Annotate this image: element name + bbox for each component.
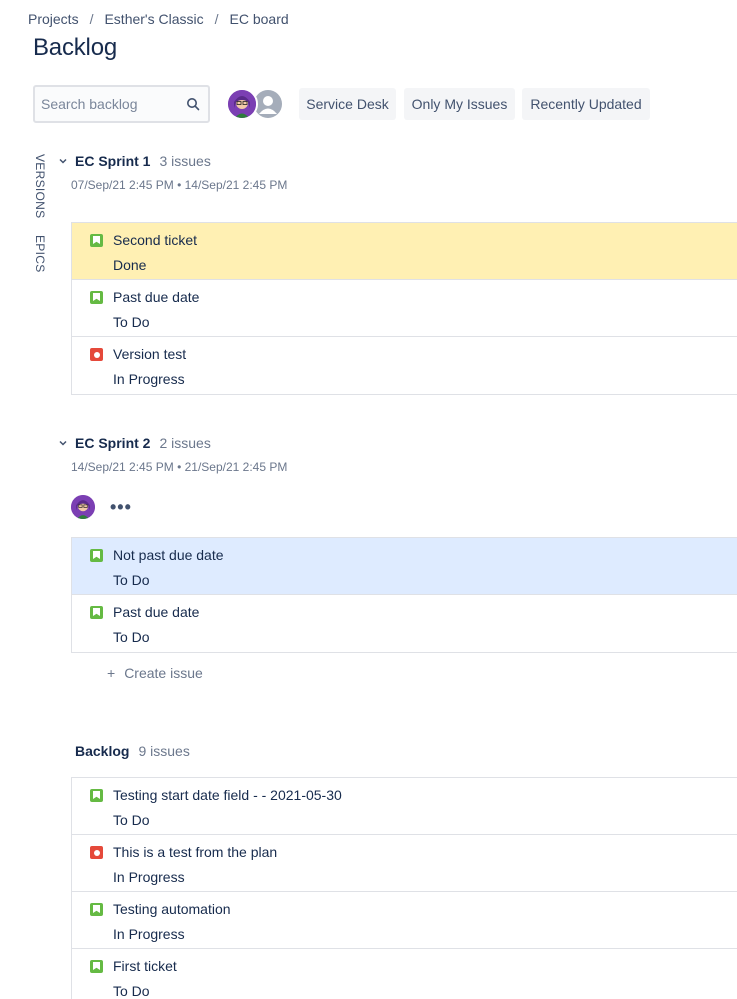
breadcrumb: Projects / Esther's Classic / EC board [28, 11, 289, 27]
story-icon [90, 789, 103, 802]
backlog-header: Backlog 9 issues [75, 743, 190, 759]
story-icon [90, 549, 103, 562]
sprint-issue-count: 2 issues [159, 435, 211, 451]
issue-status: To Do [113, 983, 150, 999]
backlog-issue-count: 9 issues [138, 743, 190, 759]
issue-status: In Progress [113, 869, 185, 885]
issue-row[interactable]: Second ticket Done [72, 223, 737, 280]
issue-row[interactable]: Not past due date To Do [72, 538, 737, 595]
assignee-filter [226, 88, 286, 120]
story-icon [90, 606, 103, 619]
issue-row[interactable]: Version test In Progress [72, 337, 737, 394]
story-icon [90, 960, 103, 973]
issue-row[interactable]: This is a test from the plan In Progress [72, 835, 737, 892]
sprint-issue-list: Not past due date To Do Past due date To… [71, 537, 737, 653]
sprint-name: EC Sprint 1 [75, 153, 151, 169]
breadcrumb-separator: / [214, 11, 219, 27]
sprint-header[interactable]: EC Sprint 2 2 issues [58, 435, 211, 451]
user-avatar-icon [71, 495, 95, 519]
issue-row[interactable]: Testing automation In Progress [72, 892, 737, 949]
issue-summary: Second ticket [113, 232, 198, 248]
breadcrumb-project[interactable]: Esther's Classic [104, 11, 203, 27]
story-icon [90, 234, 103, 247]
chevron-down-icon[interactable] [58, 156, 68, 166]
sprint-header[interactable]: EC Sprint 1 3 issues [58, 153, 211, 169]
versions-panel-tab[interactable]: VERSIONS [33, 154, 47, 218]
bug-icon [90, 348, 103, 361]
search-box[interactable] [33, 85, 210, 123]
backlog-issue-list: Testing start date field - - 2021-05-30 … [71, 777, 737, 999]
user-avatar-icon [228, 90, 256, 118]
issue-summary: This is a test from the plan [113, 844, 278, 860]
sprint-issue-count: 3 issues [159, 153, 211, 169]
breadcrumb-board[interactable]: EC board [230, 11, 289, 27]
issue-row[interactable]: Testing start date field - - 2021-05-30 … [72, 778, 737, 835]
search-input[interactable] [41, 96, 181, 112]
story-icon [90, 903, 103, 916]
issue-summary: Testing automation [113, 901, 231, 917]
more-actions-icon[interactable]: ••• [110, 498, 132, 516]
backlog-name: Backlog [75, 743, 130, 759]
filter-only-my-issues[interactable]: Only My Issues [404, 88, 515, 120]
issue-summary: Past due date [113, 604, 200, 620]
issue-summary: Past due date [113, 289, 200, 305]
sprint-dates: 14/Sep/21 2:45 PM • 21/Sep/21 2:45 PM [71, 460, 288, 474]
search-icon[interactable] [186, 97, 200, 111]
issue-summary: First ticket [113, 958, 177, 974]
story-icon [90, 291, 103, 304]
issue-row[interactable]: First ticket To Do [72, 949, 737, 999]
plus-icon: + [107, 665, 116, 681]
epics-panel-tab[interactable]: EPICS [33, 235, 47, 273]
issue-status: In Progress [113, 371, 185, 387]
issue-summary: Not past due date [113, 547, 224, 563]
issue-summary: Version test [113, 346, 187, 362]
issue-row[interactable]: Past due date To Do [72, 595, 737, 652]
issue-summary: Testing start date field - - 2021-05-30 [113, 787, 342, 803]
issue-status: Done [113, 257, 147, 273]
filter-recently-updated[interactable]: Recently Updated [522, 88, 650, 120]
create-issue-label: Create issue [124, 665, 203, 681]
issue-status: To Do [113, 812, 150, 828]
bug-icon [90, 846, 103, 859]
issue-status: To Do [113, 572, 150, 588]
avatar[interactable] [226, 88, 258, 120]
issue-status: In Progress [113, 926, 185, 942]
page-title: Backlog [33, 34, 117, 61]
issue-status: To Do [113, 629, 150, 645]
default-user-icon [254, 90, 282, 118]
chevron-down-icon[interactable] [58, 438, 68, 448]
sprint-issue-list: Second ticket Done Past due date To Do V… [71, 222, 737, 395]
create-issue-button[interactable]: + Create issue [107, 665, 203, 681]
issue-row[interactable]: Past due date To Do [72, 280, 737, 337]
issue-status: To Do [113, 314, 150, 330]
breadcrumb-projects[interactable]: Projects [28, 11, 79, 27]
avatar[interactable] [71, 495, 95, 519]
sprint-name: EC Sprint 2 [75, 435, 151, 451]
breadcrumb-separator: / [89, 11, 94, 27]
filter-service-desk[interactable]: Service Desk [299, 88, 396, 120]
sprint-dates: 07/Sep/21 2:45 PM • 14/Sep/21 2:45 PM [71, 178, 288, 192]
